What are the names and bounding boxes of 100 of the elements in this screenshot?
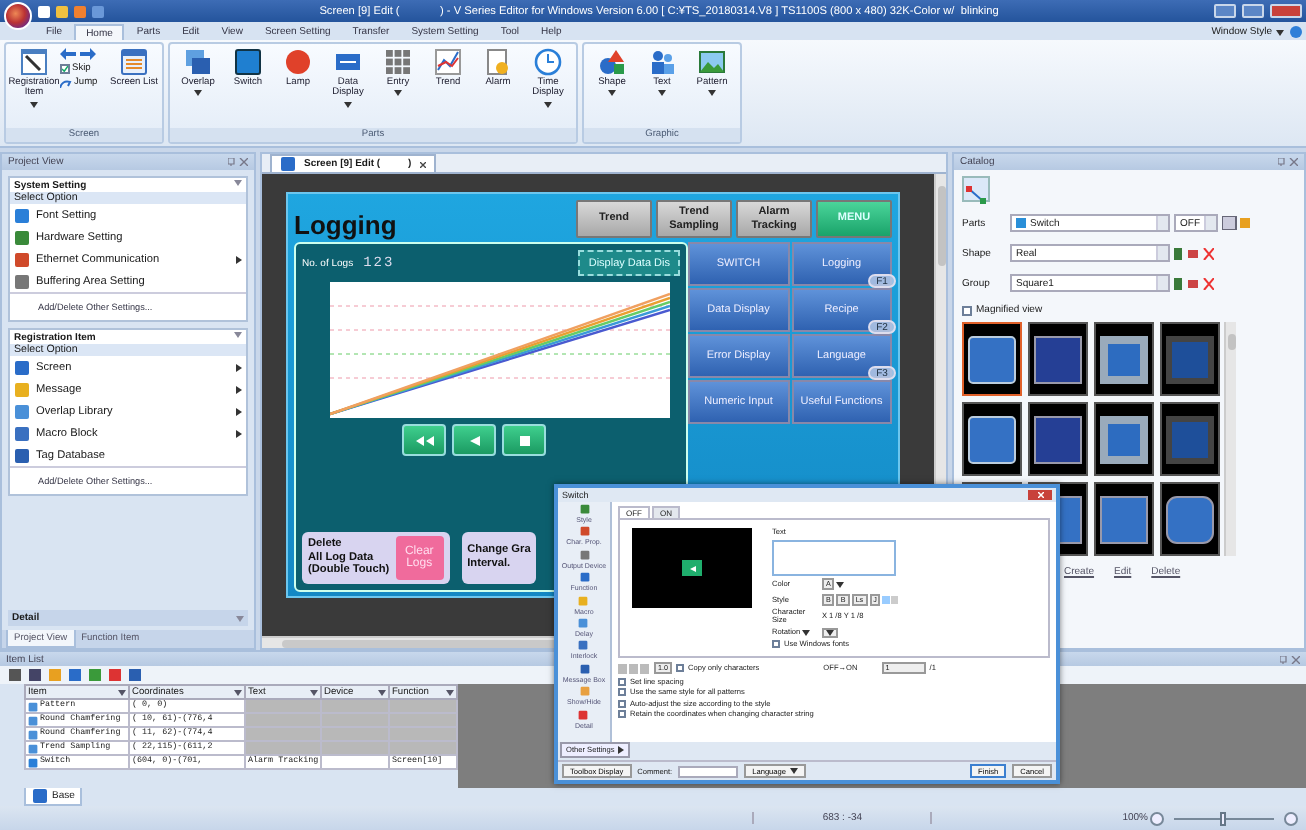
caret-icon xyxy=(234,332,242,338)
square-icon xyxy=(28,701,38,711)
slider-thumb[interactable] xyxy=(1220,811,1226,825)
switch-shape-tile[interactable] xyxy=(1028,322,1088,396)
new-file-icon[interactable] xyxy=(38,5,50,17)
zoom-in-button[interactable] xyxy=(1284,811,1298,825)
square-switch-icon xyxy=(1166,415,1214,463)
switch-shape-tile[interactable] xyxy=(1160,322,1220,396)
caret-icon xyxy=(708,90,716,97)
pin-close-icon[interactable] xyxy=(1280,655,1300,664)
screen-title: Logging xyxy=(294,212,399,238)
square-icon xyxy=(14,425,30,441)
square-icon xyxy=(280,156,296,172)
caret-icon xyxy=(344,101,352,108)
square-icon xyxy=(28,715,38,725)
square-switch-icon xyxy=(1166,335,1214,383)
square-icon xyxy=(579,549,589,560)
caret-icon xyxy=(544,101,552,108)
square-switch-icon xyxy=(1034,415,1082,463)
help-icon[interactable] xyxy=(1290,26,1302,38)
switch-shape-tile[interactable] xyxy=(1094,402,1154,476)
rewind-button[interactable] xyxy=(402,424,446,456)
checkbox[interactable] xyxy=(676,664,684,672)
text-input-field[interactable] xyxy=(772,539,896,575)
app-logo-icon[interactable] xyxy=(4,1,32,29)
checkbox[interactable] xyxy=(618,699,626,707)
caret-icon xyxy=(118,689,126,695)
window-pencil-icon xyxy=(20,48,48,76)
minimize-button[interactable] xyxy=(1214,4,1236,18)
square-icon xyxy=(32,788,48,804)
switch-shape-tile[interactable] xyxy=(1160,482,1220,556)
switch-shape-tile[interactable] xyxy=(1028,402,1088,476)
caret-icon xyxy=(30,101,38,108)
square-switch-icon xyxy=(1034,335,1082,383)
switch-shape-tile[interactable] xyxy=(1094,322,1154,396)
caret-icon xyxy=(446,689,454,695)
square-icon xyxy=(14,381,30,397)
close-button[interactable] xyxy=(1270,4,1302,18)
edit-delete-icons[interactable] xyxy=(1174,277,1214,289)
square-icon xyxy=(14,207,30,223)
edit-delete-icons[interactable] xyxy=(1174,247,1214,259)
square-icon xyxy=(28,743,38,753)
square-icon xyxy=(14,403,30,419)
switch-shape-tile[interactable] xyxy=(962,402,1022,476)
square-icon xyxy=(579,663,589,674)
stop-icon xyxy=(519,435,529,445)
pin-close-icon[interactable] xyxy=(1278,158,1298,166)
caret-icon xyxy=(658,90,666,97)
maximize-button[interactable] xyxy=(1242,4,1264,18)
close-icon xyxy=(1037,492,1043,498)
caret-icon xyxy=(394,90,402,97)
square-switch-icon xyxy=(968,415,1016,463)
zoom-out-button[interactable] xyxy=(1150,811,1164,825)
switch-shape-tile[interactable] xyxy=(1160,402,1220,476)
toolbar-icon[interactable] xyxy=(1222,216,1250,230)
display-icon xyxy=(334,48,362,76)
checkbox[interactable] xyxy=(60,64,70,74)
square-switch-icon xyxy=(968,335,1016,383)
caret-icon xyxy=(608,90,616,97)
checkbox[interactable] xyxy=(772,640,780,648)
rewind-icon xyxy=(415,435,433,445)
checkbox[interactable] xyxy=(618,688,626,696)
folder-icon[interactable] xyxy=(56,5,68,17)
catalog-tool-button[interactable] xyxy=(962,176,990,202)
close-icon[interactable] xyxy=(419,161,426,167)
square-icon xyxy=(578,709,589,720)
stop-button[interactable] xyxy=(502,424,546,456)
checkbox[interactable] xyxy=(618,710,626,718)
caret-icon xyxy=(234,180,242,186)
right-arrow-icon xyxy=(236,385,242,393)
pin-close-icon[interactable] xyxy=(228,158,248,166)
right-arrow-icon xyxy=(236,407,242,415)
checkbox[interactable] xyxy=(962,305,972,315)
arrows-icon[interactable] xyxy=(60,48,96,60)
checkbox[interactable] xyxy=(618,677,626,685)
close-button[interactable] xyxy=(1028,490,1052,500)
caret-icon xyxy=(310,689,318,695)
square-icon xyxy=(14,359,30,375)
window-grid-icon xyxy=(120,48,148,76)
right-arrow-icon xyxy=(236,363,242,371)
switch-shape-tile[interactable] xyxy=(962,322,1022,396)
save-icon[interactable] xyxy=(74,5,86,17)
back-button[interactable] xyxy=(452,424,496,456)
caret-icon xyxy=(378,689,386,695)
rotation-dropdown[interactable] xyxy=(822,627,838,637)
caret-icon xyxy=(234,689,242,695)
vertical-scrollbar[interactable] xyxy=(1224,322,1236,556)
square-icon xyxy=(14,273,30,289)
shapes-icon xyxy=(598,48,626,76)
square-switch-icon xyxy=(1100,335,1148,383)
caret-icon xyxy=(194,90,202,97)
right-arrow-icon xyxy=(618,746,625,754)
lamp-icon xyxy=(284,48,312,76)
square-icon xyxy=(578,595,589,606)
square-icon xyxy=(234,48,262,76)
comment-field[interactable] xyxy=(678,765,739,777)
square-icon xyxy=(28,757,38,767)
clock-icon xyxy=(534,48,562,76)
switch-shape-tile[interactable] xyxy=(1094,482,1154,556)
square-switch-icon xyxy=(1100,415,1148,463)
